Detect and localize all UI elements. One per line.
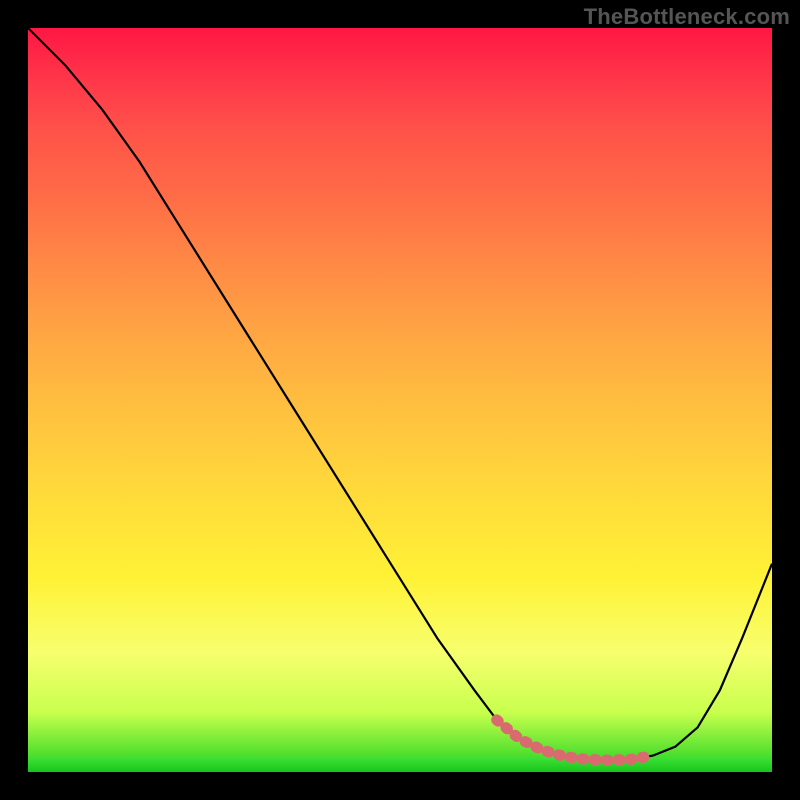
plot-area — [28, 28, 772, 772]
chart-frame: TheBottleneck.com — [0, 0, 800, 800]
curve-overlay — [28, 28, 772, 772]
watermark-text: TheBottleneck.com — [584, 4, 790, 30]
optimal-segment-highlight — [497, 720, 653, 760]
bottleneck-curve — [28, 28, 772, 760]
